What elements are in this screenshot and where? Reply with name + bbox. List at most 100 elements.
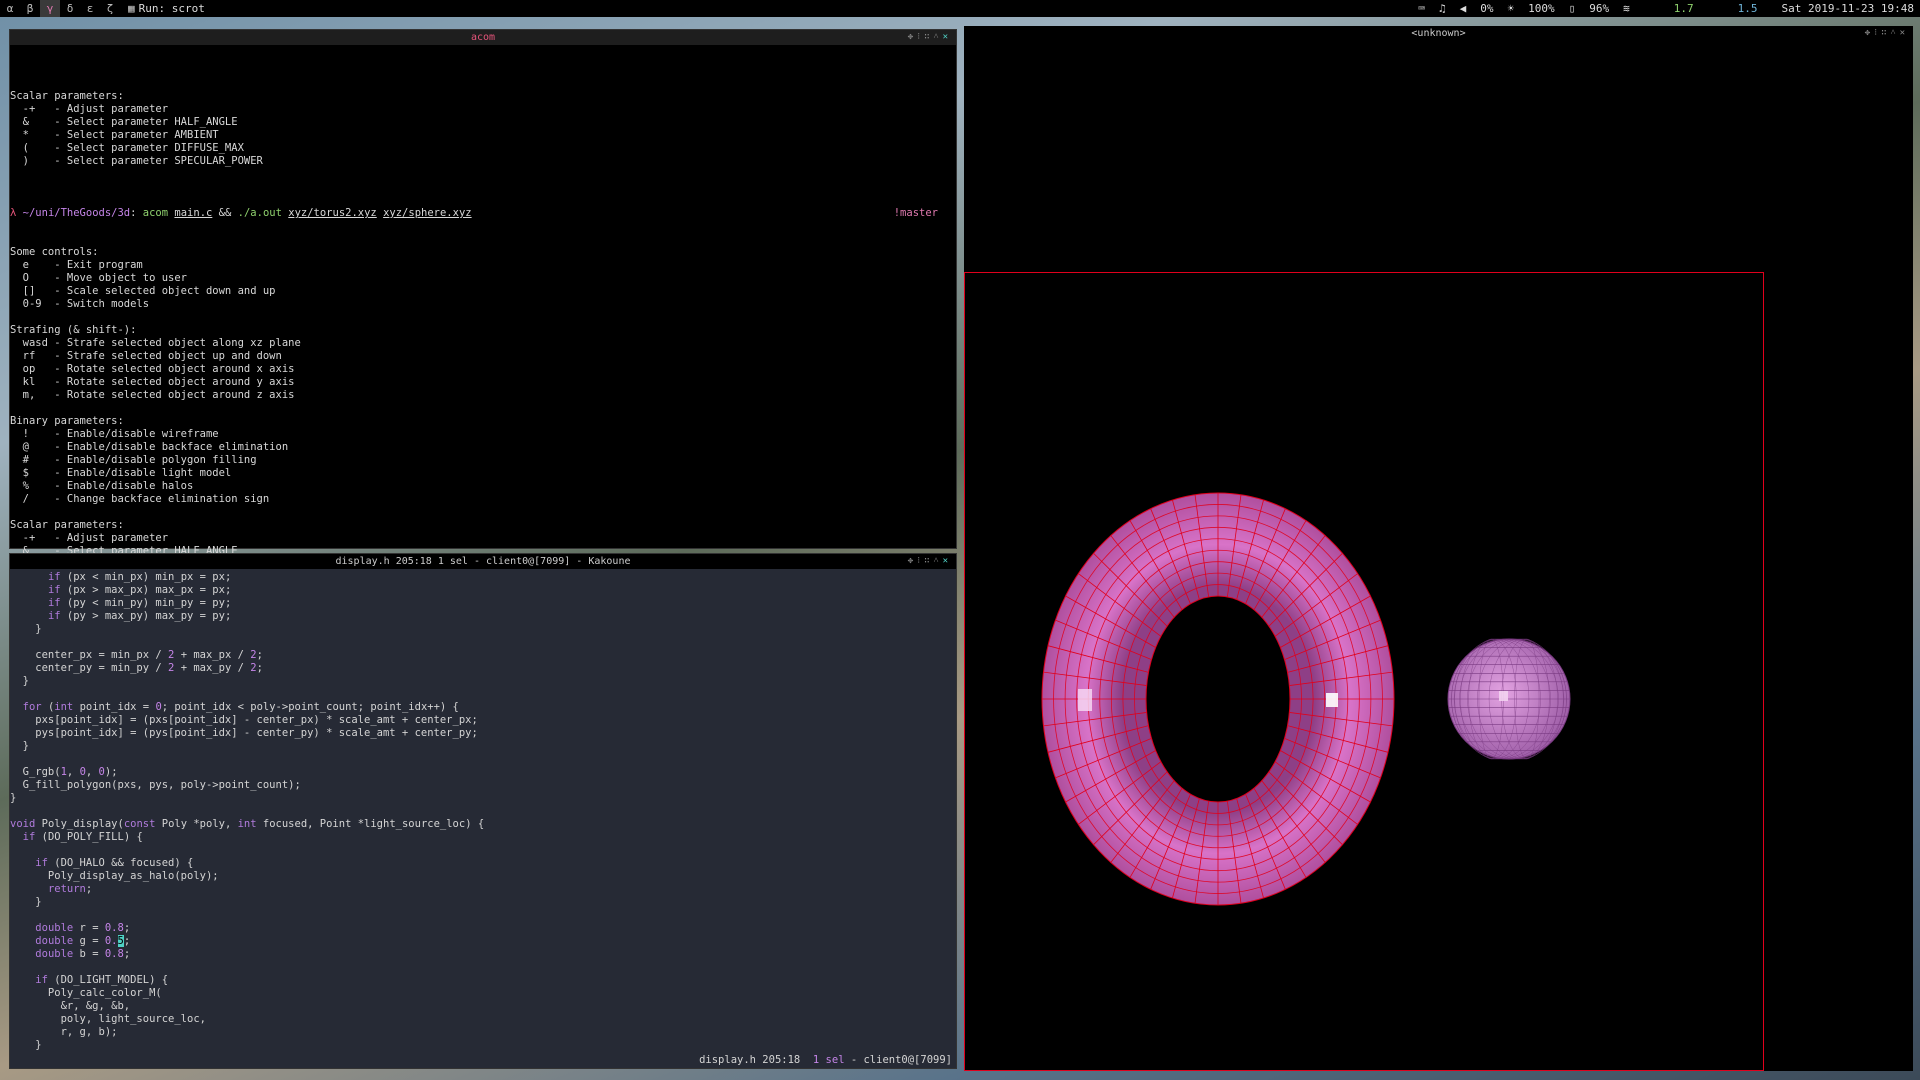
wifi-icon[interactable]: ≋	[1623, 2, 1630, 15]
code-line: if (DO_LIGHT_MODEL) {	[35, 974, 169, 986]
terminal-line: % - Enable/disable halos	[10, 480, 194, 492]
terminal-lines-top: Scalar parameters: -+ - Adjust parameter…	[10, 77, 956, 181]
close-icon[interactable]: ✕	[1900, 28, 1909, 38]
code-line: }	[10, 1039, 42, 1051]
window-buttons[interactable]: ✥⁝∷˄✕	[908, 554, 952, 569]
terminal-line: [] - Scale selected object down and up	[10, 285, 276, 297]
music-icon[interactable]: ♫	[1439, 2, 1446, 15]
code-line: return;	[47, 883, 93, 895]
editor-titlebar[interactable]: display.h 205:18 1 sel - client0@[7099] …	[10, 554, 956, 569]
editor-window[interactable]: display.h 205:18 1 sel - client0@[7099] …	[9, 553, 957, 1069]
code-line: Poly_display_as_halo(poly);	[10, 870, 219, 882]
terminal-line: Scalar parameters:	[10, 90, 124, 102]
sphere-model	[1447, 638, 1571, 760]
terminal-line: ! - Enable/disable wireframe	[10, 428, 219, 440]
workspace-list: αβγδεζ	[0, 0, 120, 17]
clock: Sat 2019-11-23 19:48	[1781, 2, 1914, 15]
terminal-line: e - Exit program	[10, 259, 143, 271]
terminal-line: -+ - Adjust parameter	[10, 532, 169, 544]
code-line: double b = 0.8;	[35, 948, 131, 960]
terminal-line: @ - Enable/disable backface elimination	[10, 441, 289, 453]
terminal-line: rf - Strafe selected object up and down	[10, 350, 282, 362]
terminal-line: / - Change backface elimination sign	[10, 493, 270, 505]
code-line: if (py < min_py) min_py = py;	[47, 597, 232, 609]
battery-level: 96%	[1589, 2, 1610, 15]
terminal-line: ( - Select parameter DIFFUSE_MAX	[10, 142, 244, 154]
code-line: Poly_calc_color_M(	[10, 987, 162, 999]
battery-icon: ▯	[1568, 2, 1576, 15]
terminal-line: O - Move object to user	[10, 272, 188, 284]
terminal-line: $ - Enable/disable light model	[10, 467, 232, 479]
code-line: G_rgb(1, 0, 0);	[10, 766, 118, 778]
terminal-line: Some controls:	[10, 246, 99, 258]
code-line: r, g, b);	[10, 1026, 118, 1038]
editor-statusline: display.h 205:18 1 sel - client0@[7099]	[699, 1054, 952, 1066]
code-line: }	[10, 792, 17, 804]
workspace-3[interactable]: γ	[40, 0, 60, 17]
terminal-line: 0-9 - Switch models	[10, 298, 150, 310]
brightness-icon: ☀	[1507, 2, 1515, 15]
terminal-line: ) - Select parameter SPECULAR_POWER	[10, 155, 263, 167]
code-line: pys[point_idx] = (pys[point_idx] - cente…	[10, 727, 478, 739]
code-line: }	[10, 675, 29, 687]
workspace-1[interactable]: α	[0, 0, 20, 17]
code-line: center_px = min_px / 2 + max_px / 2;	[10, 649, 263, 661]
terminal-line: kl - Rotate selected object around y axi…	[10, 376, 295, 388]
code-line: for (int point_idx = 0; point_idx < poly…	[22, 701, 459, 713]
code-line: }	[10, 896, 42, 908]
render-viewport[interactable]	[964, 272, 1764, 1071]
terminal-line: Scalar parameters:	[10, 519, 124, 531]
code-line: }	[10, 623, 42, 635]
workspace-2[interactable]: β	[20, 0, 40, 17]
terminal-line: -+ - Adjust parameter	[10, 103, 169, 115]
keyboard-icon: ⌨	[1418, 2, 1426, 15]
git-branch: !master	[893, 207, 938, 219]
code-line: poly, light_source_loc,	[10, 1013, 206, 1025]
grid-icon[interactable]: ▦	[128, 2, 135, 15]
terminal-line: op - Rotate selected object around x axi…	[10, 363, 295, 375]
code-line: if (px > max_px) max_px = px;	[47, 584, 232, 596]
run-launcher[interactable]: Run: scrot	[139, 2, 205, 15]
torus-model	[1041, 492, 1395, 906]
volume-icon[interactable]: ◀	[1460, 2, 1467, 15]
terminal-line: wasd - Strafe selected object along xz p…	[10, 337, 301, 349]
terminal-line: & - Select parameter HALF_ANGLE	[10, 116, 238, 128]
code-line: double r = 0.8;	[35, 922, 131, 934]
window-buttons[interactable]: ✥⁝∷˄✕	[1865, 26, 1909, 41]
cpu-load-2: 1.5	[1737, 2, 1758, 15]
window-buttons[interactable]: ✥⁝∷˄✕	[908, 30, 952, 45]
window-title: display.h 205:18 1 sel - client0@[7099] …	[335, 556, 631, 567]
window-title: acom	[470, 32, 496, 43]
code-line: if (DO_HALO && focused) {	[35, 857, 194, 869]
workspace-6[interactable]: ζ	[100, 0, 120, 17]
code-line: if (py > max_py) max_py = py;	[47, 610, 232, 622]
render-window[interactable]: <unknown> ✥⁝∷˄✕	[964, 26, 1913, 1071]
close-icon[interactable]: ✕	[943, 32, 952, 42]
workspace-5[interactable]: ε	[80, 0, 100, 17]
code-line: if (px < min_px) min_px = px;	[47, 571, 232, 583]
terminal-line: # - Enable/disable polygon filling	[10, 454, 257, 466]
code-line: pxs[point_idx] = (pxs[point_idx] - cente…	[10, 714, 478, 726]
volume-level: 0%	[1480, 2, 1494, 15]
code-line: }	[10, 740, 29, 752]
workspace-4[interactable]: δ	[60, 0, 80, 17]
close-icon[interactable]: ✕	[943, 556, 952, 566]
viewer-titlebar[interactable]: <unknown> ✥⁝∷˄✕	[964, 26, 1913, 41]
terminal-titlebar[interactable]: acom ✥⁝∷˄✕	[10, 30, 956, 45]
terminal-window[interactable]: acom ✥⁝∷˄✕ Scalar parameters: -+ - Adjus…	[9, 29, 957, 635]
terminal-line: Binary parameters:	[10, 415, 124, 427]
top-bar: αβγδεζ ▦ Run: scrot ⌨ ♫ ◀ 0% ☀ 100% ▯ 96…	[0, 0, 1920, 17]
code-line: void Poly_display(const Poly *poly, int …	[10, 818, 485, 830]
code-buffer[interactable]: if (px < min_px) min_px = px; if (px > m…	[10, 569, 956, 1052]
code-line: if (DO_POLY_FILL) {	[22, 831, 143, 843]
